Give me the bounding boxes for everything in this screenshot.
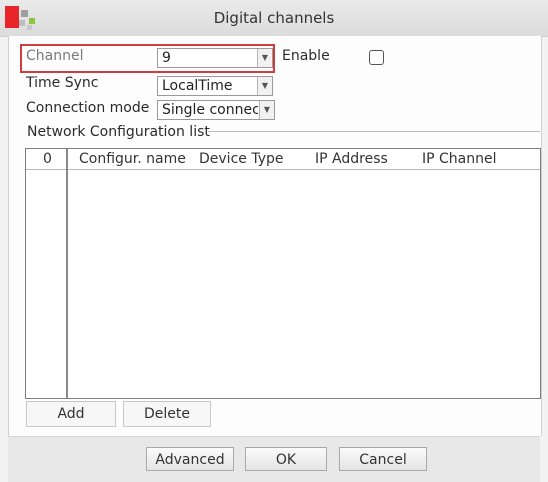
dropdown-arrow-icon[interactable]: ▼ — [259, 101, 274, 119]
ok-button[interactable]: OK — [245, 447, 327, 471]
title-bar: Digital channels — [0, 0, 548, 37]
connection-mode-label: Connection mode — [26, 100, 150, 116]
column-header-device-type[interactable]: Device Type — [199, 149, 284, 169]
column-header-config-name[interactable]: Configur. name — [79, 149, 186, 169]
channel-value: 9 — [162, 50, 171, 66]
column-header-index[interactable]: 0 — [43, 149, 52, 169]
advanced-button[interactable]: Advanced — [146, 447, 234, 471]
column-header-ip-address[interactable]: IP Address — [315, 149, 388, 169]
window-title: Digital channels — [213, 9, 335, 27]
table-header: 0 Configur. name Device Type IP Address … — [26, 149, 540, 170]
channel-select[interactable]: 9 ▼ — [157, 48, 273, 68]
network-config-table[interactable]: 0 Configur. name Device Type IP Address … — [25, 148, 541, 399]
cancel-button[interactable]: Cancel — [339, 447, 427, 471]
time-sync-value: LocalTime — [162, 78, 233, 94]
network-list-legend: Network Configuration list — [27, 124, 210, 140]
connection-mode-select[interactable]: Single connec ▼ — [157, 100, 275, 120]
enable-checkbox[interactable] — [369, 50, 384, 65]
dropdown-arrow-icon[interactable]: ▼ — [257, 77, 272, 95]
dropdown-arrow-icon[interactable]: ▼ — [257, 49, 272, 67]
enable-label: Enable — [282, 48, 330, 64]
time-sync-label: Time Sync — [26, 75, 99, 91]
group-divider — [208, 131, 540, 132]
column-separator — [66, 149, 68, 398]
column-header-ip-channel[interactable]: IP Channel — [422, 149, 497, 169]
time-sync-select[interactable]: LocalTime ▼ — [157, 76, 273, 96]
channel-label: Channel — [26, 48, 84, 64]
connection-mode-value: Single connec — [162, 102, 258, 118]
add-button[interactable]: Add — [26, 401, 116, 427]
delete-button[interactable]: Delete — [123, 401, 211, 427]
